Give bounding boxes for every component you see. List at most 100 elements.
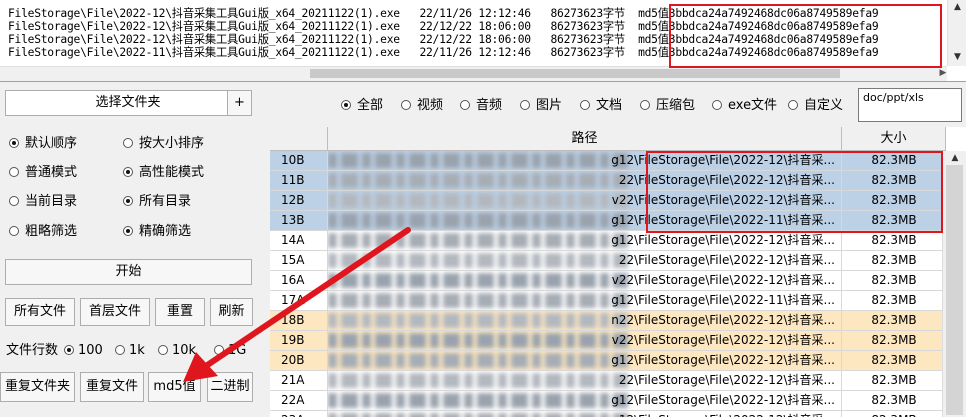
- table-row[interactable]: 19B v22\FileStorage\File\2022-12\抖音采... 82…: [270, 331, 946, 351]
- all-files-button[interactable]: 所有文件: [5, 298, 75, 326]
- filter-image[interactable]: 图片: [520, 97, 562, 115]
- radio-icon: [640, 100, 650, 110]
- row-path: g12\FileStorage\File\2022-11\抖音采...: [328, 291, 842, 310]
- choose-folder-label: 选择文件夹: [95, 95, 161, 110]
- table-scroll-thumb[interactable]: [946, 165, 963, 415]
- radio-rough-filter[interactable]: 粗略筛选: [9, 223, 77, 241]
- blurred-path-prefix: [328, 413, 628, 417]
- radio-icon: [9, 138, 19, 148]
- blurred-path-prefix: [328, 253, 628, 268]
- filter-video[interactable]: 视频: [401, 97, 443, 115]
- table-row[interactable]: 15A 22\FileStorage\File\2022-12\抖音采... 82.…: [270, 251, 946, 271]
- row-size: 82.3MB: [871, 333, 917, 347]
- log-scroll-thumb[interactable]: [310, 69, 840, 78]
- row-path-text: 22\FileStorage\File\2022-12\抖音采...: [618, 373, 835, 387]
- blurred-path-prefix: [328, 233, 628, 248]
- column-header-path[interactable]: 路径: [328, 127, 842, 151]
- radio-label: 图片: [536, 98, 563, 113]
- row-size: 82.3MB: [871, 293, 917, 307]
- radio-icon: [520, 100, 530, 110]
- row-path: g12\FileStorage\File\2022-12\抖音采...: [328, 351, 842, 370]
- reset-button[interactable]: 重置: [155, 298, 205, 326]
- table-row[interactable]: 22A g12\FileStorage\File\2022-12\抖音采... 82…: [270, 391, 946, 411]
- custom-extension-input[interactable]: doc/ppt/xls: [858, 88, 962, 122]
- row-path-text: 22\FileStorage\File\2022-12\抖音采...: [618, 253, 835, 267]
- add-folder-button[interactable]: +: [227, 90, 252, 116]
- radio-default-order[interactable]: 默认顺序: [9, 135, 77, 153]
- table-row[interactable]: 14A g12\FileStorage\File\2022-12\抖音采... 82…: [270, 231, 946, 251]
- row-path: n22\FileStorage\File\2022-12\抖音采...: [328, 311, 842, 330]
- filter-custom[interactable]: 自定义: [788, 97, 843, 115]
- radio-exact-filter[interactable]: 精确筛选: [123, 223, 191, 241]
- row-size: 82.3MB: [871, 273, 917, 287]
- duplicate-files-button[interactable]: 重复文件: [80, 372, 144, 402]
- row-path-text: g12\FileStorage\File\2022-12\抖音采...: [611, 393, 835, 407]
- table-row[interactable]: 23A g12\FileStorage\File\2022-12\抖音采... 82…: [270, 411, 946, 417]
- radio-rows-10k[interactable]: 10k: [158, 342, 196, 360]
- radio-label: 高性能模式: [139, 165, 205, 180]
- blurred-path-prefix: [328, 313, 628, 328]
- scroll-right-icon[interactable]: ▶: [938, 66, 948, 81]
- table-row[interactable]: 16A v22\FileStorage\File\2022-12\抖音采... 82…: [270, 271, 946, 291]
- row-index: 18B: [270, 311, 328, 330]
- start-button[interactable]: 开始: [5, 259, 252, 285]
- radio-icon: [123, 196, 133, 206]
- row-path-text: g12\FileStorage\File\2022-12\抖音采...: [611, 411, 835, 417]
- scroll-up-icon[interactable]: ▲: [943, 151, 966, 165]
- radio-label: 音频: [476, 98, 503, 113]
- binary-button[interactable]: 二进制: [207, 372, 253, 402]
- md5-highlight-box: [669, 4, 942, 68]
- radio-icon: [712, 100, 722, 110]
- radio-icon: [123, 167, 133, 177]
- filter-exe[interactable]: exe文件: [712, 97, 777, 115]
- radio-icon: [401, 100, 411, 110]
- filter-document[interactable]: 文档: [580, 97, 622, 115]
- row-path: 22\FileStorage\File\2022-12\抖音采...: [328, 251, 842, 270]
- row-size: 82.3MB: [871, 233, 917, 247]
- filter-audio[interactable]: 音频: [460, 97, 502, 115]
- blurred-path-prefix: [328, 273, 628, 288]
- table-vertical-scrollbar[interactable]: ▲: [942, 151, 966, 417]
- scroll-up-icon[interactable]: ▲: [948, 0, 966, 14]
- refresh-button[interactable]: 刷新: [210, 298, 253, 326]
- row-size: 82.3MB: [871, 313, 917, 327]
- row-index: 23A: [270, 411, 328, 417]
- top-level-files-button[interactable]: 首层文件: [80, 298, 150, 326]
- blurred-path-prefix: [328, 353, 628, 368]
- row-index: 13B: [270, 211, 328, 230]
- radio-label: 全部: [357, 98, 384, 113]
- table-row[interactable]: 21A 22\FileStorage\File\2022-12\抖音采... 82.…: [270, 371, 946, 391]
- scroll-down-icon[interactable]: ▼: [948, 50, 966, 64]
- row-index: 15A: [270, 251, 328, 270]
- radio-normal-mode[interactable]: 普通模式: [9, 164, 77, 182]
- row-index: 10B: [270, 151, 328, 170]
- duplicate-folders-button[interactable]: 重复文件夹: [0, 372, 75, 402]
- radio-label: 视频: [417, 98, 444, 113]
- radio-label: 普通模式: [25, 165, 78, 180]
- radio-size-order[interactable]: 按大小排序: [123, 135, 204, 153]
- table-row[interactable]: 20B g12\FileStorage\File\2022-12\抖音采... 82…: [270, 351, 946, 371]
- blurred-path-prefix: [328, 153, 628, 168]
- radio-performance-mode[interactable]: 高性能模式: [123, 164, 204, 182]
- table-row[interactable]: 17A g12\FileStorage\File\2022-11\抖音采... 82…: [270, 291, 946, 311]
- filter-archive[interactable]: 压缩包: [640, 97, 695, 115]
- radio-icon: [460, 100, 470, 110]
- row-path: v22\FileStorage\File\2022-12\抖音采...: [328, 271, 842, 290]
- column-header-index[interactable]: [270, 127, 328, 151]
- radio-icon: [123, 138, 133, 148]
- md5-button[interactable]: md5值: [148, 372, 201, 402]
- blurred-path-prefix: [328, 213, 628, 228]
- radio-rows-100[interactable]: 100: [64, 342, 103, 360]
- column-header-size[interactable]: 大小: [842, 127, 946, 151]
- radio-all-dirs[interactable]: 所有目录: [123, 193, 191, 211]
- radio-rows-1g[interactable]: 1G: [214, 342, 246, 360]
- choose-folder-button[interactable]: 选择文件夹: [5, 90, 251, 116]
- row-index: 14A: [270, 231, 328, 250]
- table-row[interactable]: 18B n22\FileStorage\File\2022-12\抖音采... 82…: [270, 311, 946, 331]
- row-index: 21A: [270, 371, 328, 390]
- radio-current-dir[interactable]: 当前目录: [9, 193, 77, 211]
- filter-all[interactable]: 全部: [341, 97, 383, 115]
- radio-rows-1k[interactable]: 1k: [115, 342, 145, 360]
- log-vertical-scrollbar[interactable]: ▲ ▼: [947, 0, 966, 66]
- row-path-text: g12\FileStorage\File\2022-11\抖音采...: [611, 293, 835, 307]
